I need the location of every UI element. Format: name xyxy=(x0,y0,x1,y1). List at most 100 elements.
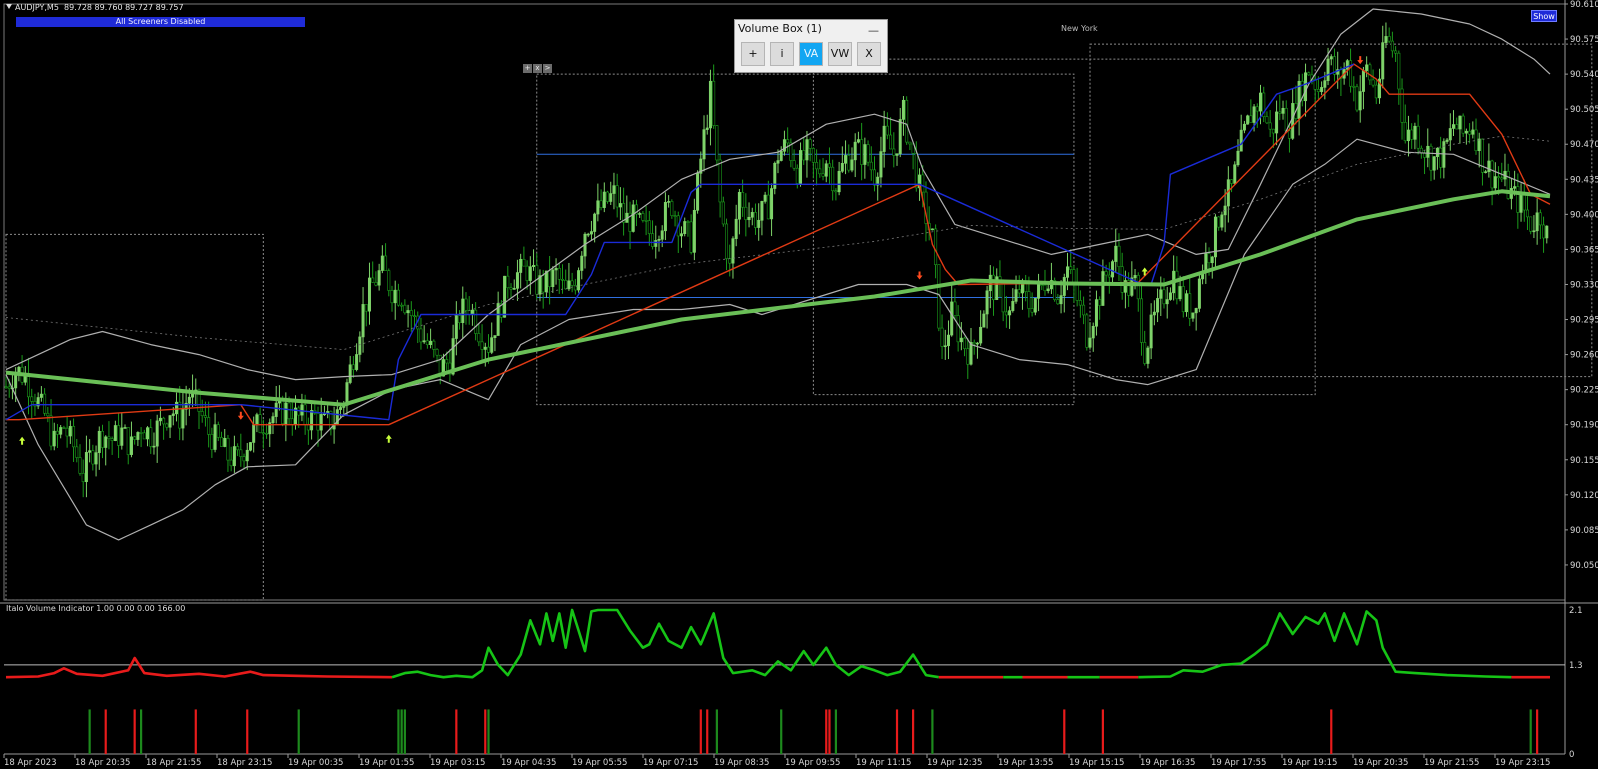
time-label: 19 Apr 07:15 xyxy=(643,758,698,768)
candle-body xyxy=(1432,156,1436,171)
candle-body xyxy=(123,427,127,429)
candle-body xyxy=(631,204,635,232)
va-button[interactable]: VA xyxy=(799,42,823,66)
candle-body xyxy=(975,342,979,345)
candle-body xyxy=(17,366,21,373)
candle-body xyxy=(27,374,31,398)
candle-body xyxy=(1329,56,1333,60)
candle-body xyxy=(213,424,217,450)
candle-body xyxy=(1513,186,1517,189)
candle-body xyxy=(966,348,970,365)
candle-body xyxy=(670,201,674,216)
price-label: 90.610 xyxy=(1570,0,1598,10)
candle-body xyxy=(1461,115,1465,134)
candle-body xyxy=(606,191,610,202)
trailing-stop-blue-line xyxy=(5,63,1355,421)
candle-body xyxy=(889,134,893,150)
candle-body xyxy=(548,270,552,288)
candle-body xyxy=(1365,64,1369,71)
candle-body xyxy=(158,417,162,422)
candle-body xyxy=(374,282,378,286)
candle-body xyxy=(818,168,822,175)
info-button[interactable]: i xyxy=(770,42,794,66)
close-button[interactable]: X xyxy=(857,42,881,66)
candle-body xyxy=(872,169,876,186)
candle-body xyxy=(885,125,889,136)
candle-body xyxy=(850,159,854,171)
candle-body xyxy=(1011,301,1015,311)
candle-body xyxy=(808,139,812,149)
candle-body xyxy=(1416,125,1420,149)
candle-body xyxy=(1037,284,1041,299)
candle-body xyxy=(1194,308,1198,314)
collapse-triangle-icon[interactable] xyxy=(6,4,12,9)
add-button[interactable]: + xyxy=(741,42,765,66)
candle-body xyxy=(226,437,230,461)
candle-body xyxy=(396,289,400,306)
show-button[interactable]: Show xyxy=(1531,10,1557,22)
time-label: 19 Apr 17:55 xyxy=(1211,758,1266,768)
candle-body xyxy=(429,340,433,345)
candle-body xyxy=(290,418,294,425)
candle-body xyxy=(1075,284,1079,301)
candle-body xyxy=(638,213,642,215)
box-close-icon[interactable]: x xyxy=(533,64,542,73)
volume-box-panel: Volume Box (1) — + i VA VW X xyxy=(734,19,888,73)
candle-body xyxy=(593,213,597,232)
time-label: 19 Apr 16:35 xyxy=(1140,758,1195,768)
candle-body xyxy=(371,277,375,283)
candle-body xyxy=(287,402,291,420)
candle-body xyxy=(921,174,925,193)
candle-body xyxy=(271,416,275,423)
candle-body xyxy=(770,188,774,220)
candle-body xyxy=(950,301,954,336)
candle-body xyxy=(509,287,513,290)
candle-body xyxy=(1156,298,1160,313)
candle-body xyxy=(1368,64,1372,81)
candle-body xyxy=(252,424,256,443)
candle-body xyxy=(210,434,214,450)
candle-body xyxy=(310,410,314,431)
candle-body xyxy=(963,337,967,349)
time-label: 18 Apr 21:55 xyxy=(146,758,201,768)
candle-body xyxy=(1419,147,1423,154)
time-label: 19 Apr 13:55 xyxy=(998,758,1053,768)
box-next-icon[interactable]: > xyxy=(543,64,552,73)
candle-body xyxy=(792,160,796,169)
candle-body xyxy=(1197,278,1201,309)
candle-body xyxy=(129,436,133,455)
box-add-icon[interactable]: + xyxy=(523,64,532,73)
candle-body xyxy=(493,335,497,338)
candle-body xyxy=(1435,147,1439,157)
candle-body xyxy=(1519,192,1523,213)
candle-body xyxy=(454,315,458,339)
candle-body xyxy=(1390,40,1394,52)
candle-body xyxy=(1143,342,1147,364)
candle-body xyxy=(248,442,252,451)
candle-body xyxy=(731,238,735,264)
candle-body xyxy=(946,334,950,347)
candle-body xyxy=(834,190,838,193)
candle-body xyxy=(361,304,365,338)
candle-body xyxy=(525,265,529,281)
candle-body xyxy=(101,430,105,448)
minimize-icon[interactable]: — xyxy=(868,24,879,37)
candle-body xyxy=(223,437,227,447)
candle-body xyxy=(1046,288,1050,292)
candle-body xyxy=(1452,124,1456,129)
candle-body xyxy=(506,275,510,288)
candle-body xyxy=(776,160,780,164)
vw-button[interactable]: VW xyxy=(828,42,852,66)
candle-body xyxy=(1522,192,1526,211)
candle-body xyxy=(62,427,66,429)
screener-status-bar[interactable]: All Screeners Disabled xyxy=(16,17,305,27)
candle-body xyxy=(795,167,799,184)
volume-line-segment-1 xyxy=(391,608,940,679)
candle-body xyxy=(844,155,848,164)
candle-body xyxy=(351,364,355,370)
price-chart[interactable]: 90.610 90.575 90.540 90.505 90.470 90.435 90.4… xyxy=(0,0,1598,769)
candle-body xyxy=(1249,115,1253,123)
candle-body xyxy=(1316,89,1320,92)
candle-body xyxy=(1085,314,1089,348)
candle-body xyxy=(1387,36,1391,42)
